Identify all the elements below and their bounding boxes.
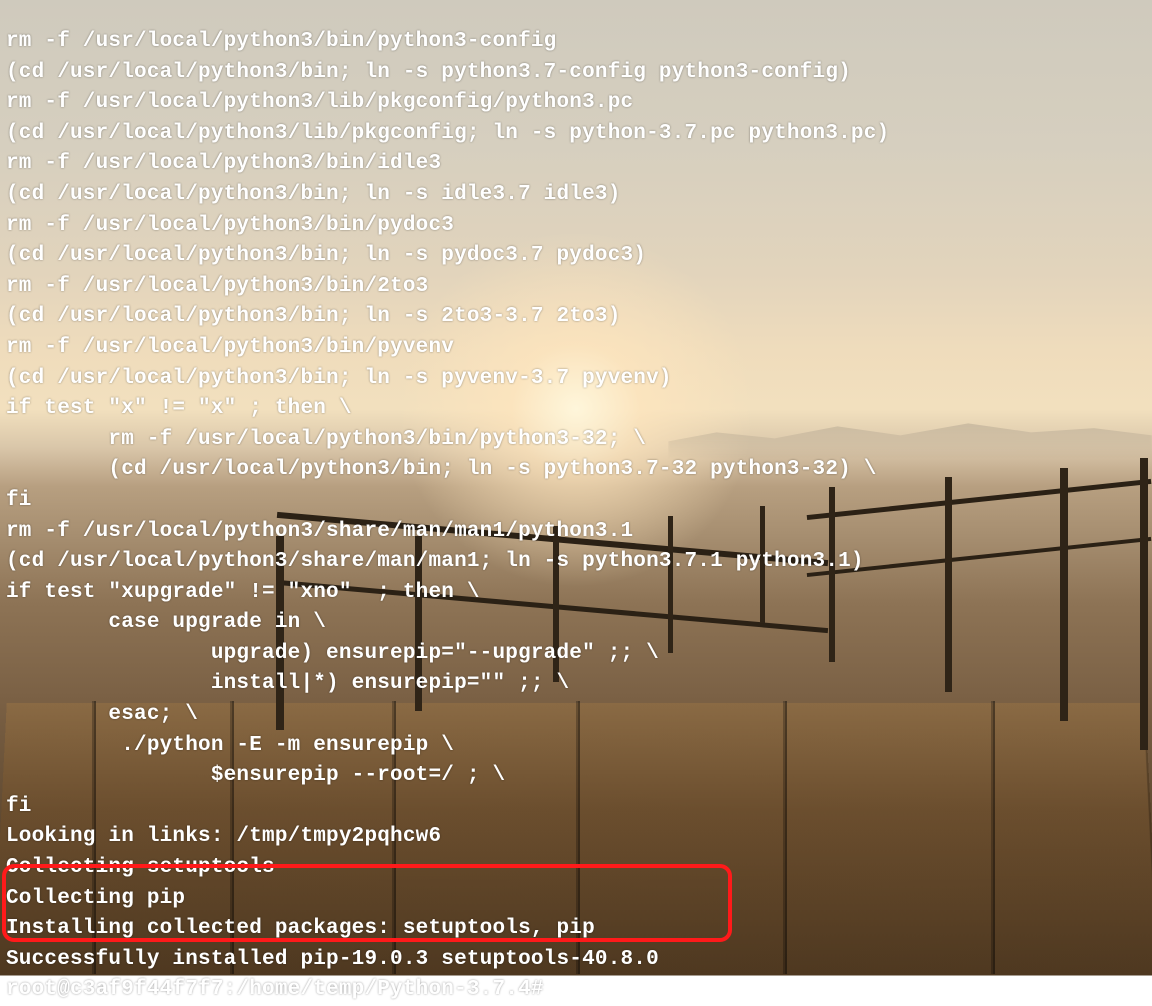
terminal-line: fi — [6, 486, 1146, 517]
terminal-line: Successfully installed pip-19.0.3 setupt… — [6, 945, 1146, 976]
terminal-line: rm -f /usr/local/python3/bin/python3-con… — [6, 27, 1146, 58]
terminal-line: (cd /usr/local/python3/share/man/man1; l… — [6, 547, 1146, 578]
terminal-line: rm -f /usr/local/python3/bin/python3-32;… — [6, 425, 1146, 456]
terminal-output[interactable]: rm -f /usr/local/python3/bin/python3-con… — [6, 27, 1146, 953]
terminal-line: Installing collected packages: setuptool… — [6, 914, 1146, 945]
terminal-line: root@c3af9f44f7f7:/home/temp/Python-3.7.… — [6, 975, 1146, 1006]
terminal-line: (cd /usr/local/python3/bin; ln -s 2to3-3… — [6, 302, 1146, 333]
terminal-line: rm -f /usr/local/python3/bin/pydoc3 — [6, 211, 1146, 242]
terminal-line: fi — [6, 792, 1146, 823]
terminal-line: if test "x" != "x" ; then \ — [6, 394, 1146, 425]
terminal-line: install|*) ensurepip="" ;; \ — [6, 669, 1146, 700]
terminal-line: $ensurepip --root=/ ; \ — [6, 761, 1146, 792]
terminal-line: esac; \ — [6, 700, 1146, 731]
terminal-line: rm -f /usr/local/python3/share/man/man1/… — [6, 517, 1146, 548]
terminal-line: case upgrade in \ — [6, 608, 1146, 639]
terminal-line: Looking in links: /tmp/tmpy2pqhcw6 — [6, 822, 1146, 853]
terminal-line: upgrade) ensurepip="--upgrade" ;; \ — [6, 639, 1146, 670]
terminal-line: Collecting pip — [6, 884, 1146, 915]
terminal-line: (cd /usr/local/python3/bin; ln -s pydoc3… — [6, 241, 1146, 272]
terminal-line: rm -f /usr/local/python3/bin/pyvenv — [6, 333, 1146, 364]
terminal-line: (cd /usr/local/python3/bin; ln -s idle3.… — [6, 180, 1146, 211]
terminal-line: rm -f /usr/local/python3/lib/pkgconfig/p… — [6, 88, 1146, 119]
terminal-line: (cd /usr/local/python3/lib/pkgconfig; ln… — [6, 119, 1146, 150]
terminal-line: rm -f /usr/local/python3/bin/idle3 — [6, 149, 1146, 180]
terminal-line: (cd /usr/local/python3/bin; ln -s pyvenv… — [6, 364, 1146, 395]
terminal-line: if test "xupgrade" != "xno" ; then \ — [6, 578, 1146, 609]
terminal-line: ./python -E -m ensurepip \ — [6, 731, 1146, 762]
terminal-line: rm -f /usr/local/python3/bin/2to3 — [6, 272, 1146, 303]
terminal-line: (cd /usr/local/python3/bin; ln -s python… — [6, 455, 1146, 486]
terminal-line: (cd /usr/local/python3/bin; ln -s python… — [6, 58, 1146, 89]
terminal-line: Collecting setuptools — [6, 853, 1146, 884]
